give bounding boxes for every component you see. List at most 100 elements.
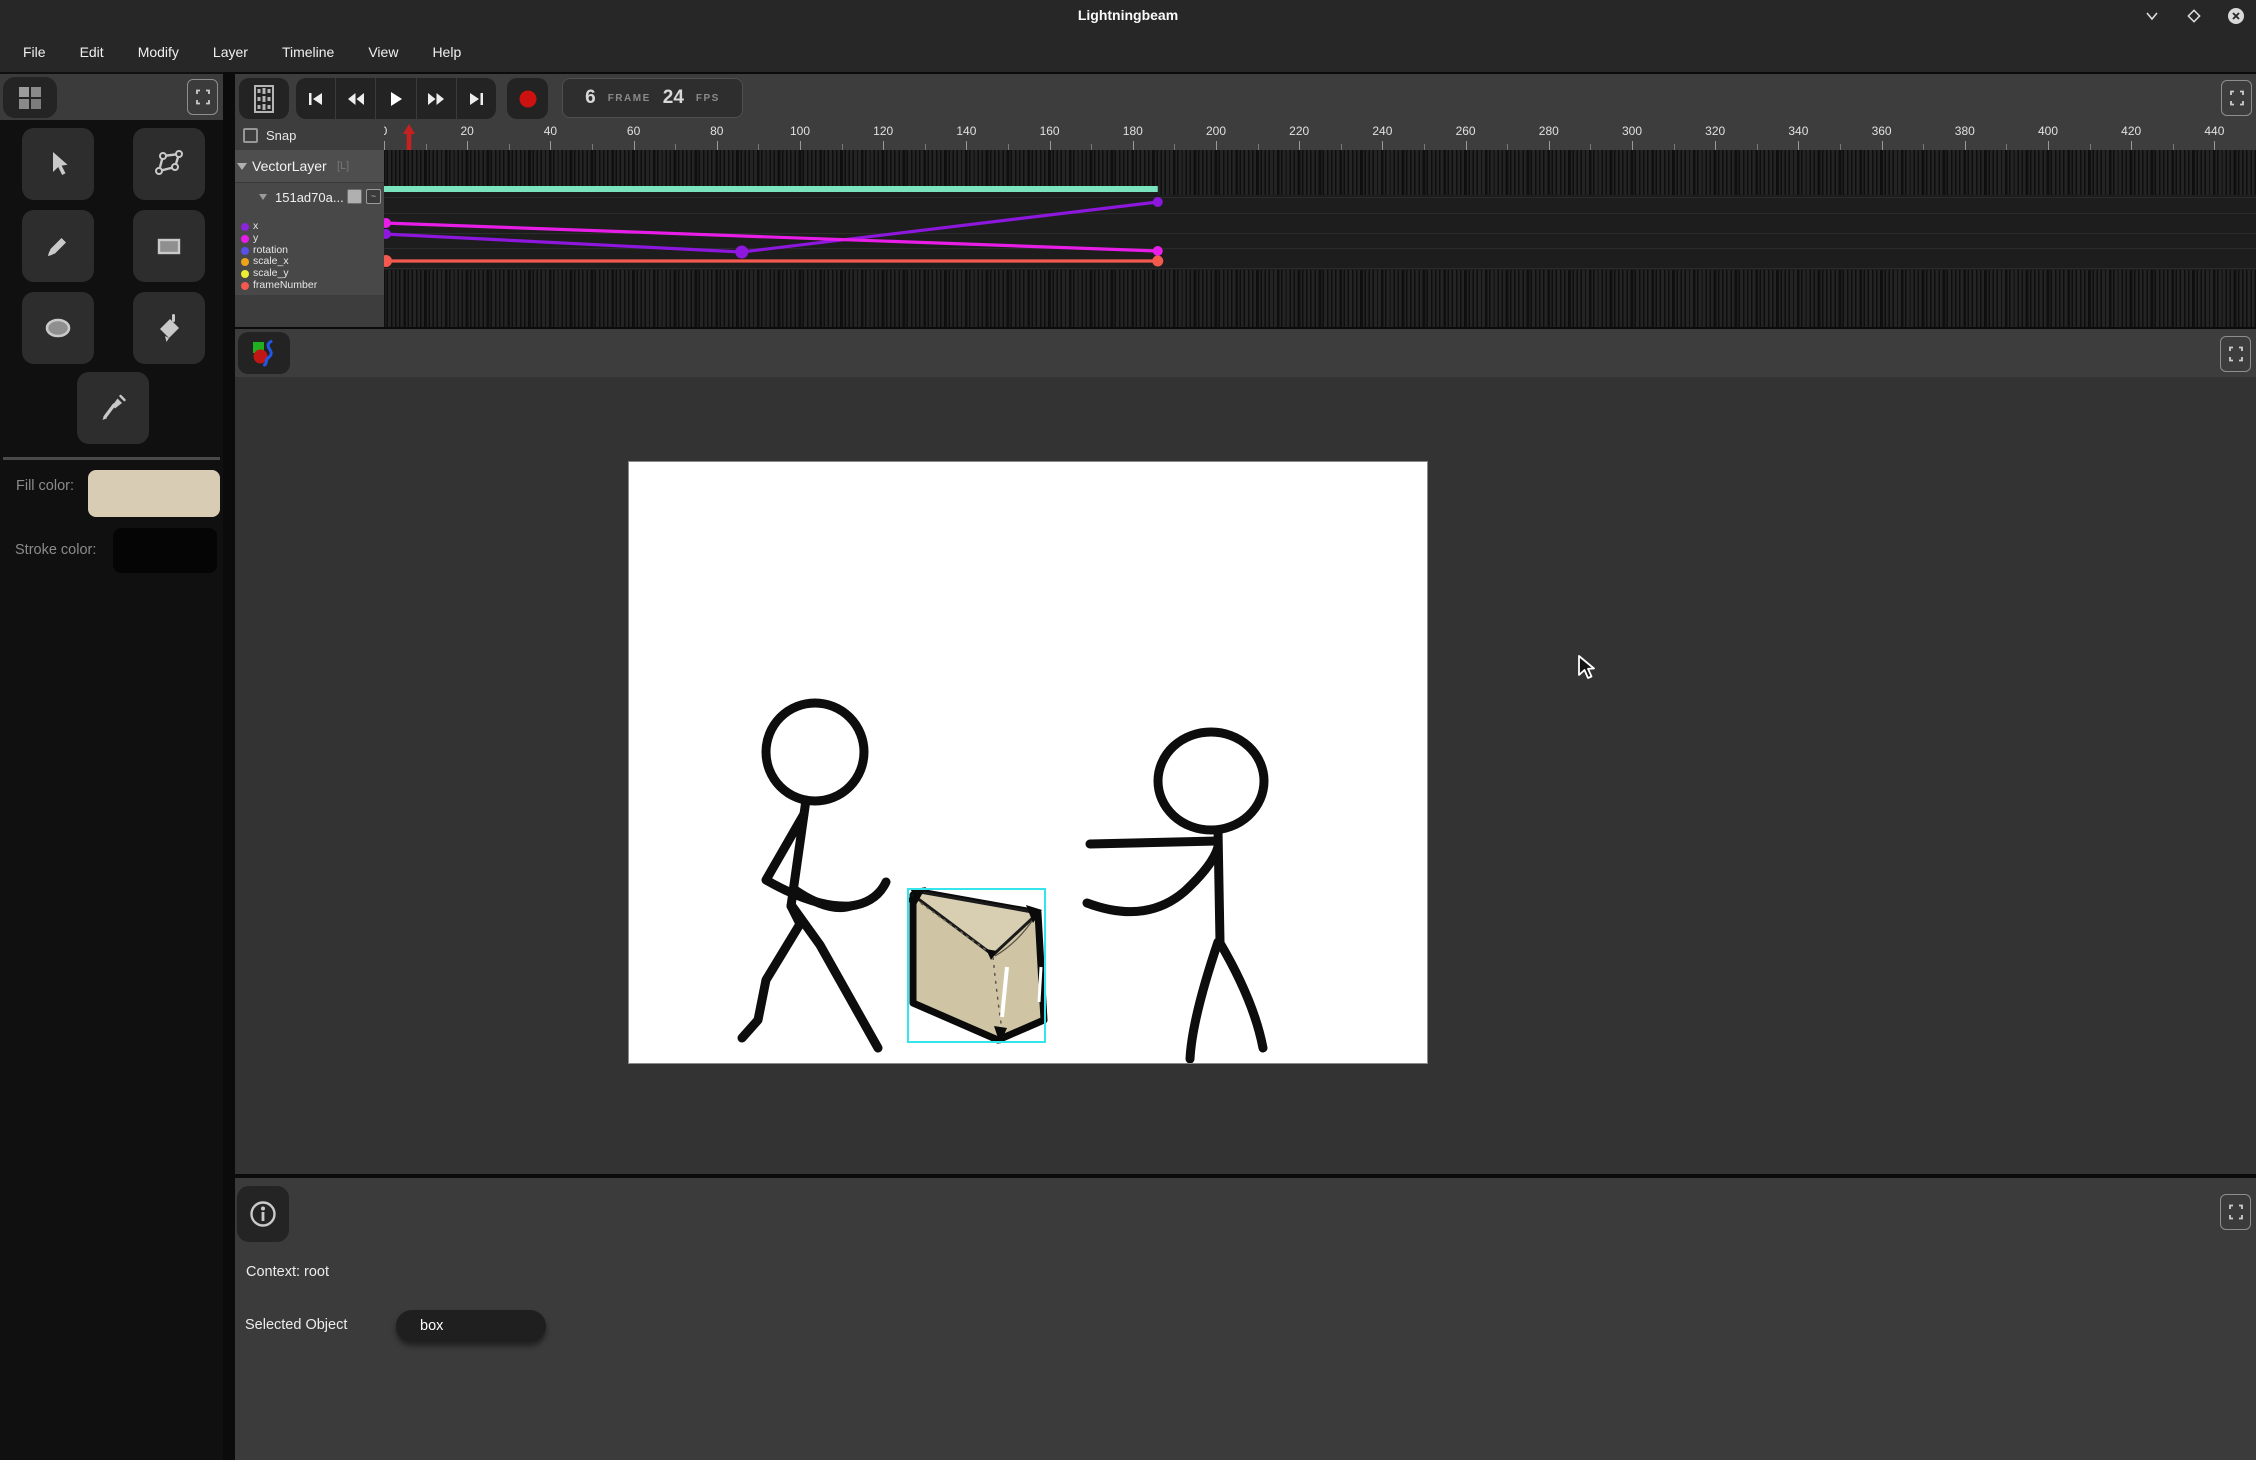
ruler-tick [1299, 141, 1300, 150]
layer-badge: [L] [337, 160, 349, 172]
ruler-label: 340 [1788, 124, 1808, 138]
menu-file[interactable]: File [10, 38, 59, 66]
playhead[interactable] [402, 124, 416, 150]
maximize-button[interactable] [2184, 6, 2204, 26]
collapse-triangle-icon[interactable] [259, 194, 267, 200]
eyedropper-tool-button[interactable] [77, 372, 149, 444]
layer-duration-bar[interactable] [384, 186, 1158, 192]
timeline-ruler[interactable]: 0204060801001201401601802002202402602803… [235, 122, 2256, 150]
info-panel-expand-button[interactable] [2220, 1194, 2251, 1230]
menu-layer[interactable]: Layer [200, 38, 261, 66]
paint-bucket-tool-button[interactable] [133, 292, 205, 364]
shapes-icon [250, 339, 278, 367]
lightningbeam-window: Lightningbeam FileEditModifyLayerTimelin… [0, 0, 2256, 1460]
close-button[interactable] [2226, 6, 2246, 26]
play-button[interactable] [376, 78, 416, 119]
pencil-tool-button[interactable] [22, 210, 94, 282]
stroke-color-swatch[interactable] [113, 528, 217, 573]
ruler-tick [966, 141, 967, 150]
property-name: scale_y [253, 267, 289, 279]
tool-panel-expand-button[interactable] [187, 79, 218, 115]
property-color-dot [241, 270, 249, 278]
menu-modify[interactable]: Modify [125, 38, 192, 66]
node-transform-tool-button[interactable] [133, 128, 205, 200]
stick-figure-left[interactable] [742, 703, 886, 1048]
ruler-label: 40 [544, 124, 557, 138]
keyframe-frameNumber-0[interactable] [384, 255, 392, 267]
info-mode-button[interactable] [237, 1186, 289, 1242]
ruler-tick [1382, 141, 1383, 150]
stick-figure-right[interactable] [1087, 732, 1264, 1059]
chevron-down-icon [2145, 11, 2159, 21]
ruler-tick [1466, 141, 1467, 150]
ruler-tick [467, 141, 468, 150]
selected-object-label: Selected Object [245, 1317, 347, 1333]
collapse-triangle-icon[interactable] [237, 163, 247, 170]
fast-forward-button[interactable] [417, 78, 457, 119]
rectangle-tool-button[interactable] [133, 210, 205, 282]
fill-color-label: Fill color: [16, 478, 74, 494]
keyframe-x-86[interactable] [735, 246, 748, 259]
menu-help[interactable]: Help [419, 38, 474, 66]
minimize-button[interactable] [2142, 6, 2162, 26]
snap-row: Snap [235, 122, 384, 150]
ruler-tick [1632, 141, 1633, 150]
keyframe-y-186[interactable] [1153, 246, 1163, 256]
box-object[interactable] [908, 887, 1045, 1044]
clip-modifier-button[interactable]: ~ [366, 189, 381, 204]
clip-visibility-button[interactable] [347, 189, 362, 204]
timeline-mode-button[interactable] [239, 78, 289, 119]
ellipse-tool-button[interactable] [22, 292, 94, 364]
timeline-tracks[interactable] [384, 150, 2256, 327]
divider [3, 457, 220, 460]
selected-object-field[interactable]: box [396, 1310, 546, 1342]
info-icon [248, 1199, 278, 1229]
ruler-tick [1133, 141, 1134, 150]
snap-checkbox[interactable] [243, 128, 258, 143]
ruler-label: 160 [1040, 124, 1060, 138]
ruler-label: 380 [1955, 124, 1975, 138]
menu-view[interactable]: View [355, 38, 411, 66]
stage[interactable] [629, 462, 1427, 1063]
canvas-header [235, 329, 2256, 377]
rewind-button[interactable] [336, 78, 376, 119]
current-frame-value: 6 [585, 87, 596, 109]
canvas-expand-button[interactable] [2220, 336, 2251, 372]
animation-curves[interactable] [384, 150, 2256, 327]
keyframe-frameNumber-186[interactable] [1152, 256, 1163, 267]
keyframe-y-0[interactable] [384, 218, 391, 228]
ruler-tick [1549, 141, 1550, 150]
frame-indicator: 6 FRAME 24 FPS [562, 78, 743, 118]
select-tool-button[interactable] [22, 128, 94, 200]
property-name: scale_x [253, 255, 289, 267]
ruler-label: 220 [1289, 124, 1309, 138]
skip-to-start-button[interactable] [296, 78, 336, 119]
fast-forward-icon [427, 92, 445, 106]
tool-panel: Fill color: Stroke color: [0, 72, 223, 1460]
ruler-label: 260 [1456, 124, 1476, 138]
property-row-frameNumber[interactable]: frameNumber [235, 280, 384, 292]
record-button[interactable] [507, 78, 548, 119]
ruler-label: 100 [790, 124, 810, 138]
panel-grid-button[interactable] [3, 77, 57, 118]
snap-label: Snap [266, 128, 296, 143]
canvas-mode-button[interactable] [238, 332, 290, 374]
clip-row[interactable]: 151ad70a... ~ [235, 183, 384, 212]
menu-edit[interactable]: Edit [67, 38, 117, 66]
circle-x-icon [2227, 7, 2245, 25]
timeline-expand-button[interactable] [2221, 80, 2252, 116]
fill-color-swatch[interactable] [88, 470, 220, 517]
layer-row-vectorlayer[interactable]: VectorLayer [L] [235, 150, 384, 183]
context-label: Context: root [246, 1264, 329, 1280]
keyframe-x-0[interactable] [384, 229, 391, 239]
property-color-dot [241, 247, 249, 255]
ruler-tick [550, 141, 551, 150]
keyframe-x-186[interactable] [1153, 197, 1163, 207]
menu-timeline[interactable]: Timeline [269, 38, 347, 66]
ruler-tick [1882, 141, 1883, 150]
ruler-tick [883, 141, 884, 150]
fullscreen-icon [2228, 346, 2244, 362]
skip-to-end-button[interactable] [457, 78, 496, 119]
info-panel: Context: root Selected Object box [235, 1178, 2256, 1460]
curve-y[interactable] [384, 223, 1158, 251]
